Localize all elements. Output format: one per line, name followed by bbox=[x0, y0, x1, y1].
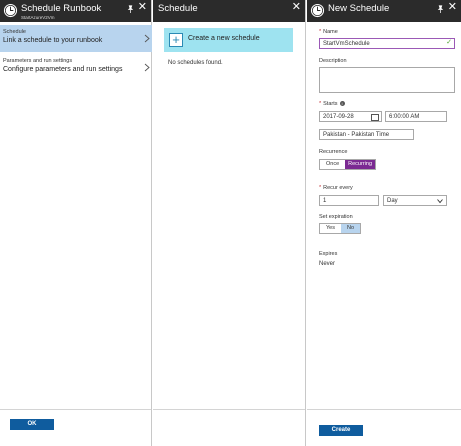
expiration-no-option[interactable]: No bbox=[340, 224, 361, 233]
start-time-input[interactable]: 6:00:00 AM bbox=[385, 111, 447, 122]
close-icon[interactable]: ✕ bbox=[292, 2, 301, 13]
blade-footer: OK bbox=[0, 409, 151, 446]
nav-item-parameters[interactable]: Parameters and run settings Configure pa… bbox=[0, 54, 152, 81]
expiration-yes-option[interactable]: Yes bbox=[320, 224, 341, 233]
expiration-toggle: Yes No bbox=[319, 223, 362, 234]
pin-icon[interactable] bbox=[436, 4, 445, 14]
set-expiration-label: Set expiration bbox=[319, 214, 353, 220]
recurrence-recurring-option[interactable]: Recurring bbox=[345, 160, 375, 169]
schedule-blade: Schedule ✕ + Create a new schedule No sc… bbox=[153, 0, 306, 446]
chevron-right-icon bbox=[144, 34, 150, 43]
close-icon[interactable]: ✕ bbox=[448, 2, 457, 13]
close-icon[interactable]: ✕ bbox=[138, 2, 147, 13]
create-schedule-button[interactable]: + Create a new schedule bbox=[164, 28, 293, 52]
info-icon[interactable]: i bbox=[339, 101, 345, 106]
blade-title: Schedule Runbook bbox=[21, 3, 102, 14]
recur-every-label: * Recur every bbox=[319, 185, 353, 191]
blade-header: Schedule ✕ bbox=[153, 0, 305, 22]
name-input[interactable]: StartVmSchedule ✓ bbox=[319, 38, 455, 49]
recurrence-label: Recurrence bbox=[319, 149, 348, 155]
starts-label: * Starts i bbox=[319, 101, 345, 107]
description-input[interactable] bbox=[319, 67, 455, 93]
start-date-input[interactable]: 2017-09-28 bbox=[319, 111, 382, 122]
recurrence-once-option[interactable]: Once bbox=[320, 160, 346, 169]
blade-footer: Create bbox=[307, 409, 461, 446]
chevron-down-icon bbox=[437, 199, 443, 204]
description-label: Description bbox=[319, 58, 347, 64]
empty-message: No schedules found. bbox=[168, 60, 223, 66]
expires-label: Expires bbox=[319, 251, 338, 257]
blade-header: New Schedule ✕ bbox=[307, 0, 461, 22]
nav-item-title: Schedule bbox=[3, 29, 26, 35]
schedule-runbook-blade: Schedule Runbook StartAzureV2Vm ✕ Schedu… bbox=[0, 0, 152, 446]
recur-unit-select[interactable]: Day bbox=[383, 195, 447, 206]
blade-subtitle: StartAzureV2Vm bbox=[21, 15, 55, 20]
recurrence-toggle: Once Recurring bbox=[319, 159, 376, 170]
clock-icon bbox=[310, 3, 325, 18]
plus-icon: + bbox=[169, 33, 183, 47]
pin-icon[interactable] bbox=[126, 4, 135, 14]
recur-interval-input[interactable]: 1 bbox=[319, 195, 379, 206]
checkmark-icon: ✓ bbox=[446, 39, 452, 46]
blade-footer bbox=[153, 409, 305, 446]
blade-header: Schedule Runbook StartAzureV2Vm ✕ bbox=[0, 0, 151, 22]
nav-item-desc: Link a schedule to your runbook bbox=[3, 37, 103, 44]
timezone-select[interactable]: Pakistan - Pakistan Time bbox=[319, 129, 414, 140]
expires-value: Never bbox=[319, 261, 336, 267]
nav-item-desc: Configure parameters and run settings bbox=[3, 66, 123, 73]
nav-item-title: Parameters and run settings bbox=[3, 58, 73, 64]
calendar-icon[interactable] bbox=[371, 114, 379, 121]
blade-title: New Schedule bbox=[328, 3, 390, 14]
create-schedule-label: Create a new schedule bbox=[188, 35, 260, 42]
name-label: * Name bbox=[319, 29, 338, 35]
chevron-right-icon bbox=[144, 63, 150, 72]
blade-title: Schedule bbox=[158, 3, 198, 14]
create-button[interactable]: Create bbox=[319, 425, 363, 436]
nav-item-schedule[interactable]: Schedule Link a schedule to your runbook bbox=[0, 25, 152, 52]
ok-button[interactable]: OK bbox=[10, 419, 54, 430]
clock-icon bbox=[3, 3, 18, 18]
new-schedule-blade: New Schedule ✕ * Name StartVmSchedule ✓ D… bbox=[307, 0, 461, 446]
